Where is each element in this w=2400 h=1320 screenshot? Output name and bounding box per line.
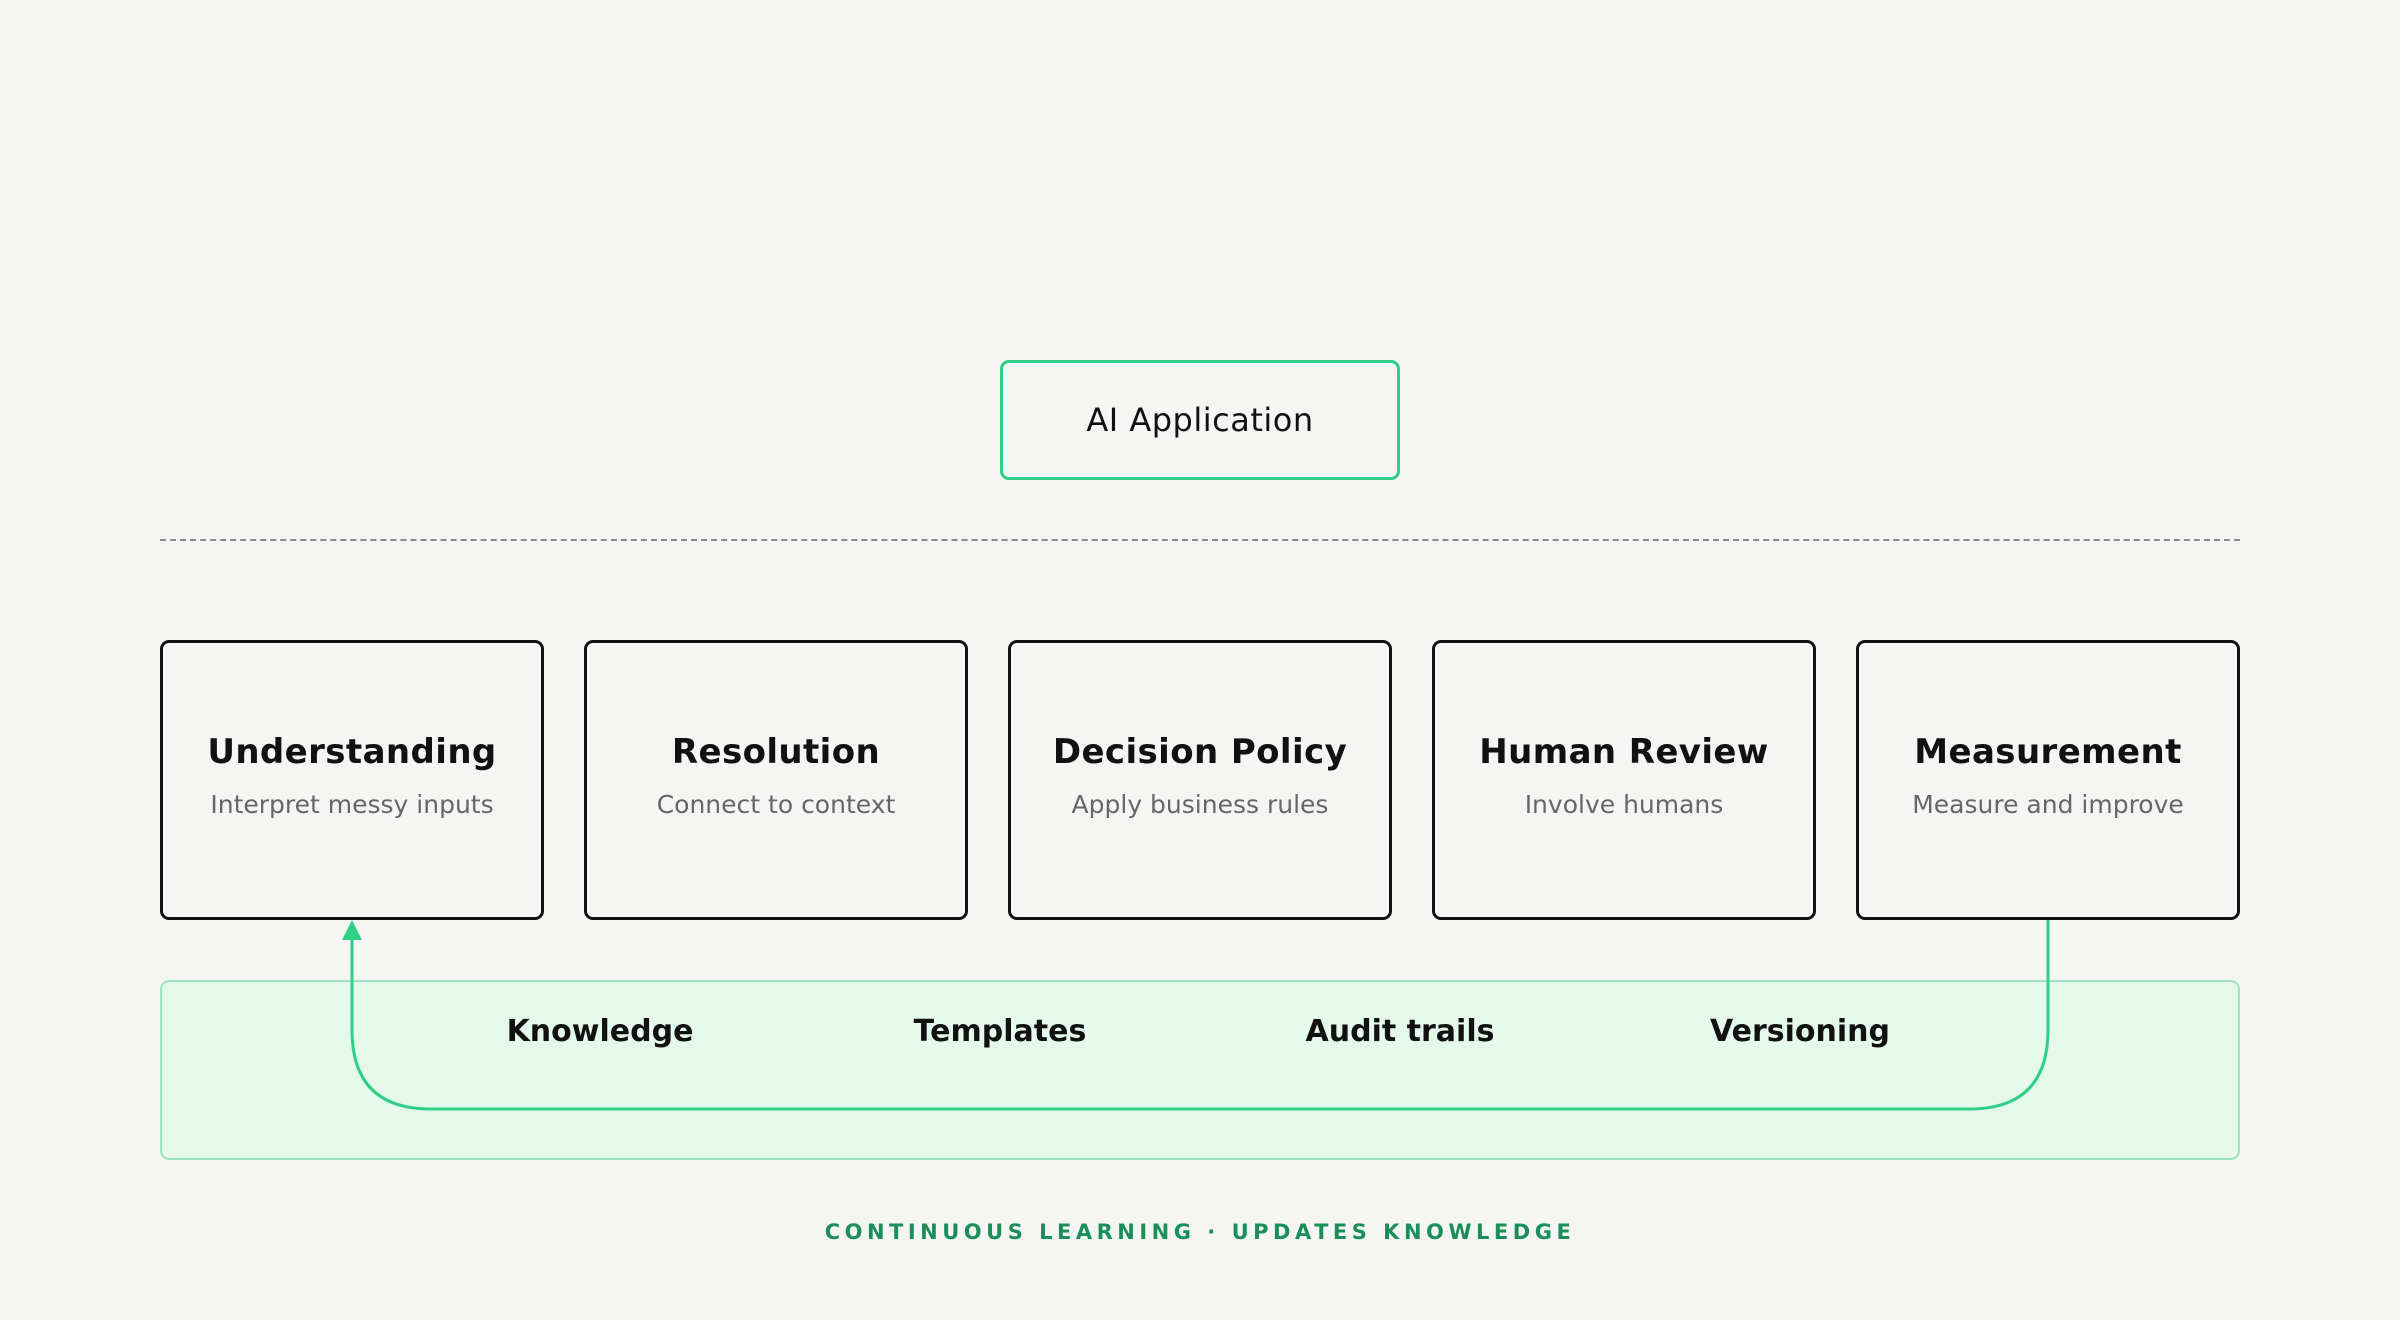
- stage-measurement: Measurement Measure and improve: [1856, 640, 2240, 920]
- stage-description: Connect to context: [656, 789, 896, 819]
- stage-description: Measure and improve: [1912, 789, 2184, 819]
- foundation-item-audit-trails: Audit trails: [1305, 1014, 1495, 1049]
- stage-decision-policy: Decision Policy Apply business rules: [1008, 640, 1392, 920]
- stage-title: Measurement: [1914, 731, 2182, 772]
- foundation-item-versioning: Versioning: [1710, 1014, 1890, 1049]
- stage-title: Decision Policy: [1052, 731, 1348, 772]
- loop-caption: CONTINUOUS LEARNING · UPDATES KNOWLEDGE: [824, 1220, 1576, 1244]
- stage-title: Human Review: [1479, 731, 1769, 772]
- stage-understanding: Understanding Interpret messy inputs: [160, 640, 544, 920]
- ai-application-label: AI Application: [1086, 401, 1314, 439]
- layer-divider: [160, 539, 2240, 541]
- ai-application-box: AI Application: [1000, 360, 1400, 480]
- foundation-item-knowledge: Knowledge: [506, 1014, 694, 1049]
- stage-title: Understanding: [207, 731, 497, 772]
- stage-resolution: Resolution Connect to context: [584, 640, 968, 920]
- stage-human-review: Human Review Involve humans: [1432, 640, 1816, 920]
- stage-title: Resolution: [671, 731, 881, 772]
- stage-description: Involve humans: [1524, 789, 1724, 819]
- foundation-layer: [160, 980, 2240, 1160]
- stage-description: Apply business rules: [1071, 789, 1329, 819]
- foundation-item-templates: Templates: [913, 1014, 1087, 1049]
- arrowhead-icon: [342, 920, 362, 940]
- stage-description: Interpret messy inputs: [210, 789, 494, 819]
